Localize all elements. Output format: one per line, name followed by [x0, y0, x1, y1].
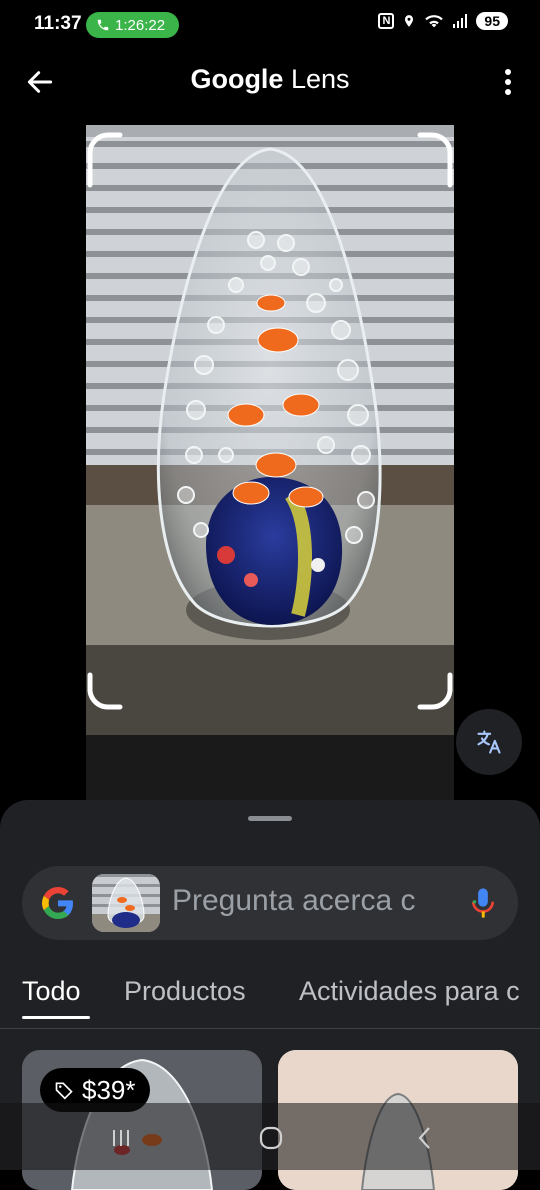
translate-icon	[477, 730, 501, 754]
tab-actividades[interactable]: Actividades para c	[299, 976, 520, 1007]
system-status-icons: N 95	[378, 12, 508, 30]
nfc-icon: N	[378, 13, 395, 29]
image-viewer[interactable]	[86, 125, 454, 800]
results-tabs: Todo Productos Actividades para c	[0, 972, 540, 1029]
title-brand: Google	[190, 64, 284, 94]
recent-apps-icon[interactable]	[106, 1123, 136, 1153]
nav-back-icon[interactable]	[410, 1123, 440, 1153]
location-icon	[405, 15, 414, 27]
title-product: Lens	[290, 64, 350, 94]
wifi-icon	[425, 15, 444, 28]
mic-icon[interactable]	[468, 886, 498, 920]
system-navigation-bar	[0, 1103, 540, 1170]
status-bar: 11:37 1:26:22 N 95	[0, 0, 540, 52]
page-title: Google Lens	[0, 64, 540, 95]
search-bar[interactable]: Pregunta acerca c	[22, 866, 518, 940]
call-duration: 1:26:22	[115, 16, 166, 34]
tag-icon	[55, 1082, 73, 1100]
query-image-thumbnail[interactable]	[92, 874, 160, 932]
ongoing-call-pill[interactable]: 1:26:22	[86, 12, 179, 38]
phone-icon	[97, 19, 109, 31]
tab-productos[interactable]: Productos	[124, 976, 246, 1007]
active-tab-indicator	[22, 1016, 90, 1019]
signal-icon	[453, 14, 468, 28]
home-icon[interactable]	[256, 1123, 286, 1153]
sheet-drag-handle[interactable]	[248, 816, 292, 821]
search-input[interactable]: Pregunta acerca c	[172, 884, 442, 918]
photo-margin	[86, 735, 454, 800]
google-g-icon	[42, 887, 73, 919]
battery-indicator: 95	[476, 12, 508, 30]
status-time: 11:37	[34, 13, 82, 34]
more-vert-icon[interactable]	[504, 68, 512, 96]
translate-button[interactable]	[456, 709, 522, 775]
glass-paperweight-photo	[86, 125, 454, 735]
price-text: $39*	[82, 1074, 136, 1105]
tab-todo[interactable]: Todo	[22, 976, 81, 1007]
lens-header: Google Lens	[0, 52, 540, 112]
